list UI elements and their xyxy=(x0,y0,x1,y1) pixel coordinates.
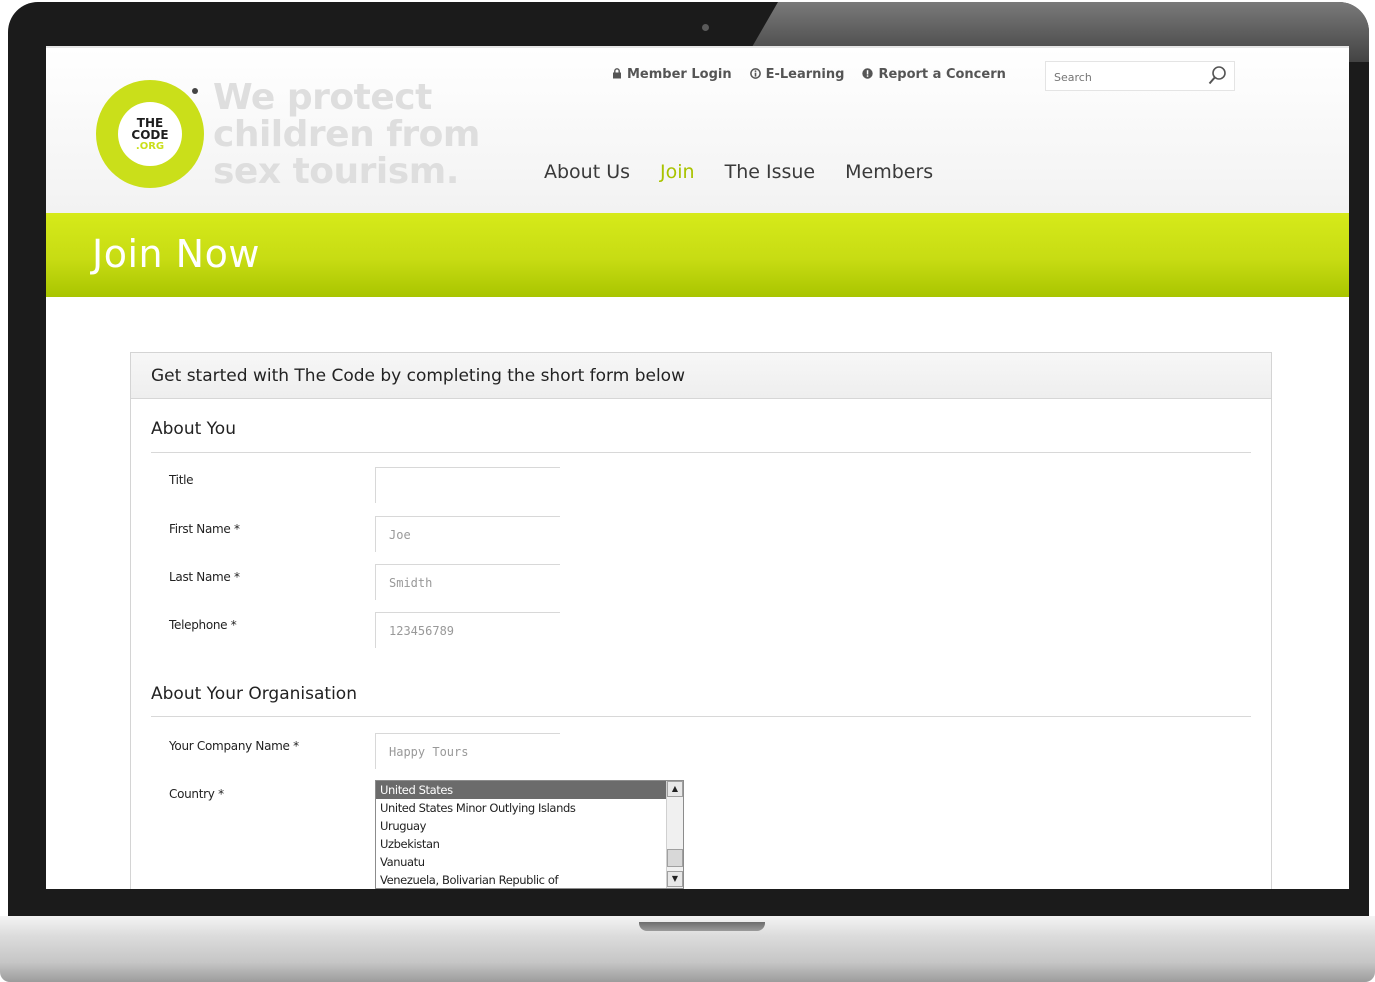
telephone-field-box xyxy=(375,612,560,648)
search-icon[interactable] xyxy=(1206,64,1228,88)
join-form-panel: Get started with The Code by completing … xyxy=(130,352,1272,889)
e-learning-label: E-Learning xyxy=(765,67,845,82)
logo-text-code: CODE xyxy=(131,127,169,142)
country-option-selected[interactable]: United States xyxy=(376,781,683,799)
title-field[interactable] xyxy=(389,477,549,495)
logo-inner-circle: THE CODE .ORG xyxy=(118,102,182,166)
logo-text-org: .ORG xyxy=(135,140,165,152)
search-input[interactable] xyxy=(1054,68,1204,86)
company-name-field[interactable] xyxy=(389,743,549,761)
nav-the-issue[interactable]: The Issue xyxy=(725,161,816,183)
form-row-first-name: First Name * xyxy=(169,516,689,552)
country-label: Country * xyxy=(169,787,224,801)
report-concern-link[interactable]: Report a Concern xyxy=(862,67,1006,82)
country-listbox[interactable]: United States United States Minor Outlyi… xyxy=(375,780,684,889)
form-row-company-name: Your Company Name * xyxy=(169,733,689,769)
search-box xyxy=(1045,61,1235,91)
site-tagline: We protect children from sex tourism. xyxy=(213,80,480,191)
nav-about-us[interactable]: About Us xyxy=(544,161,630,183)
section-divider xyxy=(151,452,1251,453)
e-learning-link[interactable]: E-Learning xyxy=(749,67,845,82)
laptop-hinge-notch xyxy=(639,922,765,931)
member-login-link[interactable]: Member Login xyxy=(612,67,732,82)
scroll-up-arrow-icon[interactable]: ▲ xyxy=(667,781,683,797)
lock-icon xyxy=(612,67,622,82)
info-icon xyxy=(749,67,761,82)
country-option[interactable]: Venezuela, Bolivarian Republic of xyxy=(376,871,683,888)
section-title-about-organisation: About Your Organisation xyxy=(151,684,357,704)
scrollbar-thumb[interactable] xyxy=(667,849,683,867)
form-row-telephone: Telephone * xyxy=(169,612,689,648)
webcam-icon xyxy=(702,24,709,31)
last-name-label: Last Name * xyxy=(169,570,240,584)
main-nav: About Us Join The Issue Members xyxy=(544,161,933,183)
section-title-about-you: About You xyxy=(151,419,236,439)
site-logo[interactable]: THE CODE .ORG xyxy=(96,80,204,188)
tagline-line: sex tourism. xyxy=(213,151,459,192)
company-name-label: Your Company Name * xyxy=(169,739,299,753)
telephone-field[interactable] xyxy=(389,622,549,640)
tagline-line: We protect xyxy=(213,77,432,118)
nav-members[interactable]: Members xyxy=(845,161,933,183)
page-banner: Join Now xyxy=(46,213,1349,297)
last-name-field[interactable] xyxy=(389,574,549,592)
telephone-label: Telephone * xyxy=(169,618,237,632)
utility-links: Member Login E-Learning Report a Concern xyxy=(612,67,1006,82)
form-intro: Get started with The Code by completing … xyxy=(131,353,1271,399)
nav-join[interactable]: Join xyxy=(660,161,695,183)
tagline-line: children from xyxy=(213,114,480,155)
first-name-field[interactable] xyxy=(389,526,549,544)
form-row-last-name: Last Name * xyxy=(169,564,689,600)
title-field-box xyxy=(375,467,560,503)
scroll-down-arrow-icon[interactable]: ▼ xyxy=(667,871,683,887)
first-name-field-box xyxy=(375,516,560,552)
alert-icon xyxy=(862,67,874,82)
page-title: Join Now xyxy=(92,232,260,276)
member-login-label: Member Login xyxy=(627,67,732,82)
last-name-field-box xyxy=(375,564,560,600)
country-option[interactable]: Uruguay xyxy=(376,817,683,835)
site-header: THE CODE .ORG We protect children from s… xyxy=(46,46,1349,213)
report-concern-label: Report a Concern xyxy=(878,67,1006,82)
logo-dot xyxy=(192,88,198,94)
section-divider xyxy=(151,716,1251,717)
country-listbox-scrollbar[interactable]: ▲ ▼ xyxy=(666,781,683,888)
country-option[interactable]: United States Minor Outlying Islands xyxy=(376,799,683,817)
form-row-title: Title xyxy=(169,467,689,503)
title-label: Title xyxy=(169,473,194,487)
browser-screen: THE CODE .ORG We protect children from s… xyxy=(46,46,1349,889)
company-name-field-box xyxy=(375,733,560,769)
country-option[interactable]: Uzbekistan xyxy=(376,835,683,853)
country-option[interactable]: Vanuatu xyxy=(376,853,683,871)
first-name-label: First Name * xyxy=(169,522,240,536)
logo-text-the: THE xyxy=(136,115,164,130)
laptop-base xyxy=(0,916,1375,982)
